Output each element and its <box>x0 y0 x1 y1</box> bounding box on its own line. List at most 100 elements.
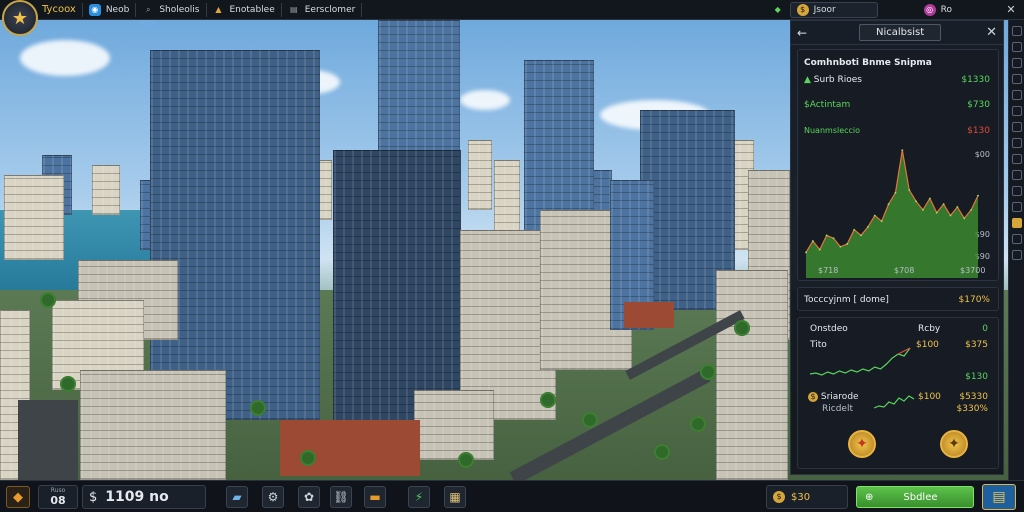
market-point <box>818 248 821 251</box>
x-tick-label: $718 <box>818 266 839 275</box>
topbar-item-1[interactable]: ⌕ Sholeolis <box>136 0 205 20</box>
game-logo[interactable]: ★ <box>2 0 38 36</box>
back-arrow-icon[interactable]: ← <box>797 26 813 40</box>
coin-icon: $ <box>773 491 785 503</box>
build-button[interactable]: ⊕ Sbdlee <box>856 486 974 508</box>
office-building[interactable] <box>716 270 788 480</box>
status-indicator[interactable]: ◆ <box>766 0 790 20</box>
market-point <box>853 228 856 231</box>
close-icon[interactable]: ✕ <box>986 25 997 40</box>
mini-trend-chart <box>874 395 914 409</box>
edge-button[interactable] <box>1011 122 1022 132</box>
boost-tool-button[interactable]: ⚡ <box>408 486 430 508</box>
medal-button-right[interactable]: ✦ <box>940 430 968 458</box>
cloud <box>460 90 510 110</box>
user-menu[interactable]: ◎ Ro <box>918 0 958 20</box>
portfolio-chart[interactable] <box>808 342 912 386</box>
market-point <box>908 189 911 191</box>
road-icon: ▰ <box>232 490 242 504</box>
market-point <box>825 234 828 237</box>
tree-tool-button[interactable]: ✿ <box>298 486 320 508</box>
lightning-icon: ⚡ <box>414 490 424 504</box>
medal-icon: ✦ <box>948 436 960 452</box>
ledger-button[interactable]: ▤ <box>982 484 1016 510</box>
cloud <box>20 40 110 76</box>
money-display[interactable]: $ Jsoor <box>789 1 878 18</box>
mini-trend-line <box>874 395 914 409</box>
market-point <box>922 208 924 211</box>
edge-button[interactable] <box>1011 154 1022 164</box>
subtab-label[interactable]: ISO <box>140 20 154 29</box>
portfolio-title-value: $170% <box>958 295 990 305</box>
market-chart[interactable] <box>802 132 982 282</box>
edge-button[interactable] <box>1011 234 1022 244</box>
edge-button[interactable] <box>1011 170 1022 180</box>
road-tool-button[interactable]: ▰ <box>226 486 248 508</box>
edge-button[interactable] <box>1011 26 1022 36</box>
edge-button[interactable] <box>1011 90 1022 100</box>
wrench-tool-button[interactable]: ⚙ <box>262 486 284 508</box>
palm-tree <box>60 376 76 392</box>
edge-button[interactable] <box>1011 186 1022 196</box>
edge-button[interactable] <box>1011 42 1022 52</box>
bottom-bar: ◆ Ruso 08 $ 1109 no ▰ ⚙ ✿ ⛓ ▬ ⚡ ▦ $ $30 … <box>0 480 1024 512</box>
market-panel: ← Nicalbsist ✕ Comhnboti Bnme Snipma ▲ S… <box>790 20 1004 475</box>
apartment-building[interactable] <box>80 370 226 480</box>
market-point <box>894 191 897 194</box>
market-point <box>970 208 973 211</box>
glass-tower[interactable] <box>150 50 320 420</box>
medal-button-left[interactable]: ✦ <box>848 430 876 458</box>
edge-button[interactable] <box>1011 58 1022 68</box>
market-point <box>839 245 842 248</box>
edge-button[interactable] <box>1011 106 1022 116</box>
building[interactable] <box>4 175 64 260</box>
portfolio-header-left: Onstdeo <box>810 324 848 334</box>
wrench-icon: ⚙ <box>267 490 279 504</box>
counter-value: 08 <box>50 494 66 507</box>
topbar-item-2[interactable]: ▲ Enotablee <box>207 0 281 20</box>
eraser-tool-button[interactable]: ▬ <box>364 486 386 508</box>
portfolio-row[interactable]: $ Sriarode <box>808 392 859 402</box>
building[interactable] <box>468 140 492 210</box>
edge-button[interactable] <box>1011 138 1022 148</box>
portfolio-row-value: $375 <box>965 340 988 350</box>
edge-button[interactable] <box>1011 74 1022 84</box>
building[interactable] <box>92 165 120 215</box>
plus-icon: ⊕ <box>865 491 874 503</box>
edge-button[interactable] <box>1011 202 1022 212</box>
portfolio-row-value: $5330 <box>959 392 988 402</box>
main-menu-button[interactable]: ◆ <box>6 486 30 508</box>
user-label: Ro <box>940 4 952 15</box>
link-tool-button[interactable]: ⛓ <box>330 486 352 508</box>
portfolio-row-value: $100 <box>918 392 941 402</box>
top-bar: Tycoox ◉ Neob ⌕ Sholeolis ▲ Enotablee ▤ … <box>0 0 1024 20</box>
globe-icon: ◉ <box>88 3 101 16</box>
market-row[interactable]: ▲ Surb Rioes <box>804 75 862 85</box>
window-close-button[interactable]: ✕ <box>998 0 1024 20</box>
topbar-item-3[interactable]: ▤ Eersclomer <box>282 0 362 20</box>
edge-toolbar <box>1008 20 1024 480</box>
coin-icon: $ <box>808 392 818 402</box>
balance-display[interactable]: $ $30 <box>766 485 848 509</box>
glass-tower[interactable] <box>333 150 461 430</box>
counter-box[interactable]: Ruso 08 <box>38 485 78 509</box>
portfolio-header[interactable]: Tocccyjnm [ dome] $170% <box>797 287 999 311</box>
panel-tab[interactable]: Nicalbsist <box>859 24 942 41</box>
market-point <box>942 203 945 206</box>
book-tool-button[interactable]: ▦ <box>444 486 466 508</box>
palm-tree <box>458 452 474 468</box>
cash-display[interactable]: $ 1109 no <box>82 485 206 509</box>
portfolio-card: Onstdeo Rcby 0 Tito $100 $375 $130 $ Sri… <box>797 317 999 469</box>
market-point <box>915 200 917 203</box>
edge-button-active[interactable] <box>1011 218 1022 228</box>
portfolio-series-0 <box>809 347 911 376</box>
edge-button[interactable] <box>1011 250 1022 260</box>
panel-header: ← Nicalbsist ✕ <box>791 21 1003 45</box>
building[interactable] <box>494 160 520 240</box>
portfolio-header-value: 0 <box>982 324 988 334</box>
low-building[interactable] <box>414 390 494 460</box>
topbar-item-0[interactable]: ◉ Neob <box>83 0 136 20</box>
palm-tree <box>700 364 716 380</box>
palm-tree <box>300 450 316 466</box>
link-icon: ⛓ <box>333 490 349 504</box>
